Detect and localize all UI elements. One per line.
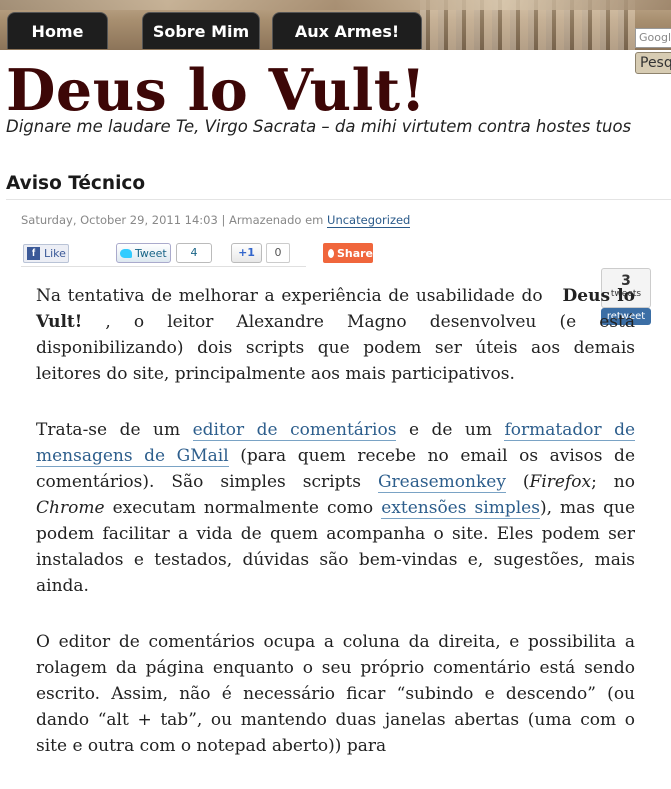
facebook-like-button[interactable]: f Like (23, 244, 69, 263)
nav-tab-home-label: Home (31, 21, 84, 41)
facebook-icon: f (27, 247, 40, 260)
link-editor-comentarios[interactable]: editor de comentários (192, 420, 397, 441)
share-divider (21, 266, 306, 267)
paragraph-3: O editor de comentários ocupa a coluna d… (36, 632, 635, 756)
share-icon (328, 248, 334, 258)
google-plusone-button[interactable]: +1 (231, 243, 262, 263)
p2-firefox: Firefox (529, 472, 592, 492)
post-meta: Saturday, October 29, 2011 14:03 | Armaz… (21, 213, 411, 228)
search-input[interactable]: Google (635, 28, 671, 48)
paragraph-1: Na tentativa de melhorar a experiência d… (36, 283, 635, 387)
nav-tab-aux-armes[interactable]: Aux Armes! (272, 12, 422, 49)
nav-tab-sobre-label: Sobre Mim (152, 21, 250, 41)
site-title[interactable]: Deus lo Vult! (6, 56, 426, 126)
site-tagline: Dignare me laudare Te, Virgo Sacrata – d… (6, 117, 632, 136)
like-label: Like (44, 247, 66, 260)
paragraph-2: Trata-se de um editor de comentários e d… (36, 417, 636, 599)
title-divider (6, 199, 671, 200)
tweet-label: Tweet (135, 246, 167, 260)
p1-text-a: Na tentativa de melhorar a experiência d… (36, 286, 550, 306)
post-stored-in: | Armazenado em (217, 213, 328, 227)
post-title[interactable]: Aviso Técnico (6, 173, 145, 194)
plusone-count: 0 (266, 243, 290, 263)
link-greasemonkey[interactable]: Greasemonkey (377, 472, 506, 493)
p2-text-e: ; no (591, 472, 635, 492)
tweet-button[interactable]: Tweet (116, 243, 171, 263)
p1-text-b: , o leitor Alexandre Magno desenvolveu (… (36, 312, 635, 384)
twitter-bird-icon (120, 248, 132, 258)
p2-text-b: e de um (396, 420, 505, 440)
nav-tab-aux-label: Aux Armes! (294, 21, 400, 41)
link-extensoes-simples[interactable]: extensões simples (381, 498, 540, 519)
nav-tab-sobre-mim[interactable]: Sobre Mim (142, 12, 260, 49)
post-date: Saturday, October 29, 2011 14:03 (21, 213, 218, 227)
p2-text-d: ( (505, 472, 530, 492)
share-button[interactable]: Share (323, 243, 373, 263)
tweet-count: 4 (176, 243, 212, 263)
share-label: Share (336, 246, 373, 260)
nav-tab-home[interactable]: Home (7, 12, 108, 49)
p2-text-f: executam normalmente como (104, 498, 382, 518)
post-content: Na tentativa de melhorar a experiência d… (36, 283, 636, 789)
category-link[interactable]: Uncategorized (327, 213, 411, 228)
p2-chrome: Chrome (36, 498, 105, 518)
p2-text-a: Trata-se de um (36, 420, 193, 440)
header-banner: Home Sobre Mim Aux Armes! (0, 0, 671, 50)
search-button[interactable]: Pesq (635, 52, 671, 74)
